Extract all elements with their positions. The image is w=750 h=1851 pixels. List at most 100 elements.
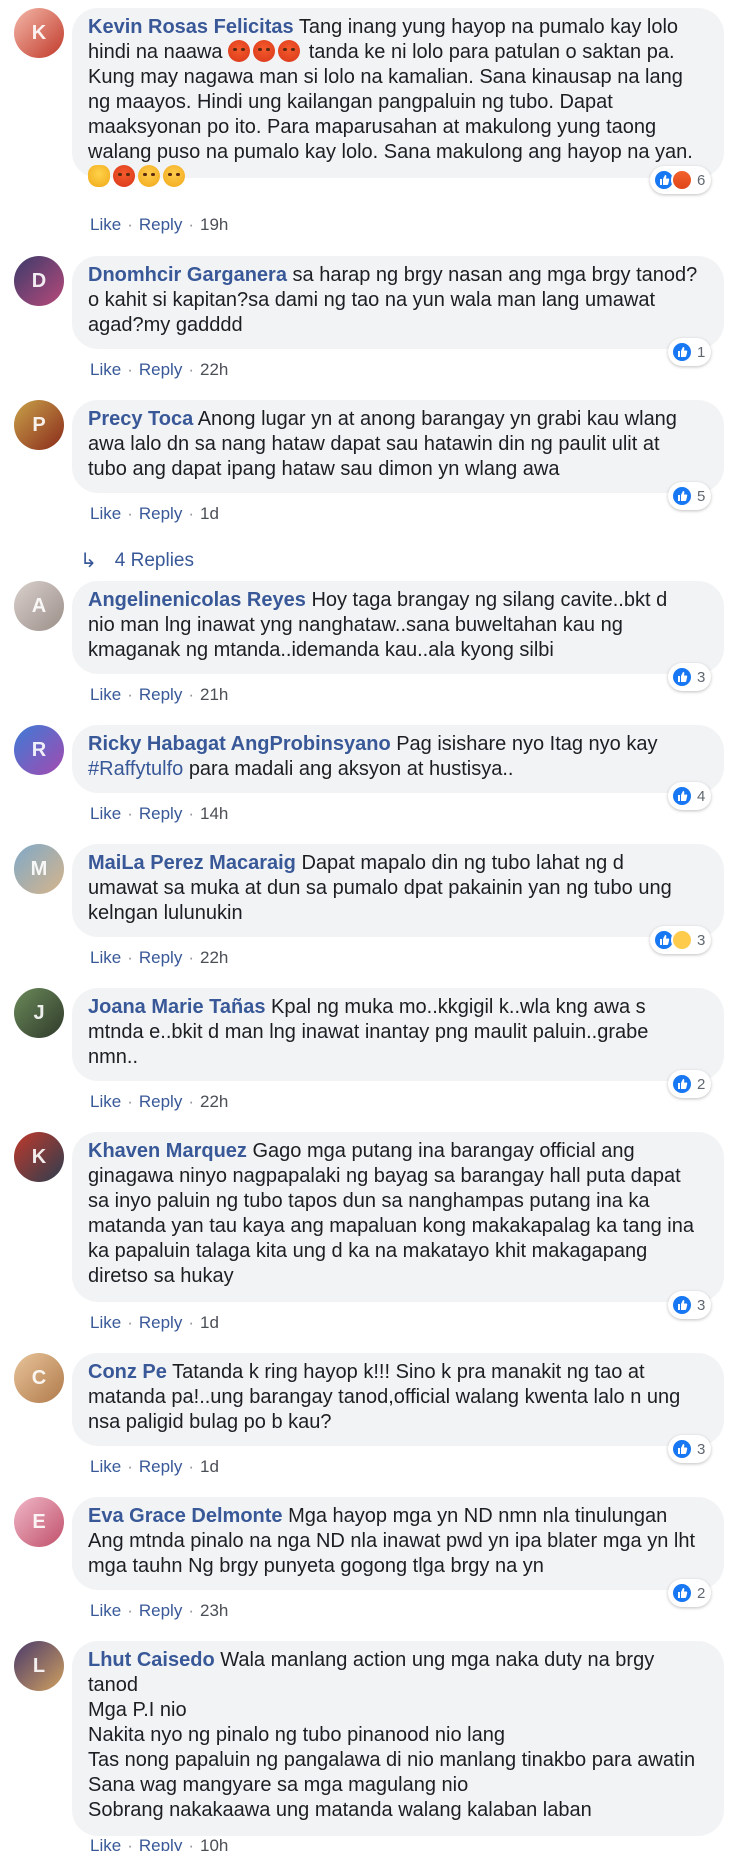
comment-text: diretso sa hukay <box>88 1265 234 1287</box>
comment-text: mtnda e..bkit d man lng inawat inantay p… <box>88 1021 649 1043</box>
avatar[interactable]: R <box>14 725 64 775</box>
comment-author[interactable]: Lhut Caisedo <box>88 1649 215 1671</box>
comment-actions: Like · Reply · 1d <box>90 1313 219 1332</box>
comment-author[interactable]: Conz Pe <box>88 1361 167 1383</box>
reply-link[interactable]: Reply <box>139 215 182 234</box>
comment-bubble: Precy Toca Anong lugar yn at anong baran… <box>72 400 724 493</box>
comment-text: hindi na naawa <box>88 41 223 63</box>
timestamp[interactable]: 22h <box>200 948 228 967</box>
avatar[interactable]: L <box>14 1641 64 1691</box>
comment-author[interactable]: Angelinenicolas Reyes <box>88 589 306 611</box>
reaction-summary[interactable]: 3 <box>668 663 712 691</box>
timestamp[interactable]: 22h <box>200 360 228 379</box>
reply-link[interactable]: Reply <box>139 360 182 379</box>
comment-actions: Like · Reply · 1d <box>90 504 219 523</box>
comment-text: nio man lng inawat yng nanghataw..sana b… <box>88 614 623 636</box>
timestamp[interactable]: 23h <box>200 1601 228 1620</box>
reaction-summary[interactable]: 3 <box>668 1435 712 1463</box>
timestamp[interactable]: 19h <box>200 215 228 234</box>
reaction-count: 2 <box>697 1584 706 1602</box>
like-link[interactable]: Like <box>90 215 121 234</box>
like-link[interactable]: Like <box>90 1313 121 1332</box>
reply-link[interactable]: Reply <box>139 1836 182 1851</box>
reply-link[interactable]: Reply <box>139 685 182 704</box>
timestamp[interactable]: 1d <box>200 504 219 523</box>
avatar[interactable]: K <box>14 8 64 58</box>
reaction-summary[interactable]: 2 <box>668 1070 712 1098</box>
comment-author[interactable]: Eva Grace Delmonte <box>88 1505 283 1527</box>
reaction-summary[interactable]: 2 <box>668 1579 712 1607</box>
like-link[interactable]: Like <box>90 1457 121 1476</box>
hashtag-link[interactable]: #Raffytulfo <box>88 758 183 780</box>
reaction-summary[interactable]: 1 <box>668 338 712 366</box>
comment-author[interactable]: Khaven Marquez <box>88 1140 247 1162</box>
like-reaction-icon <box>671 485 693 507</box>
like-link[interactable]: Like <box>90 1092 121 1111</box>
comment-text: Wala manlang action ung mga naka duty na… <box>220 1649 655 1671</box>
comment-actions: Like · Reply · 1d <box>90 1457 219 1476</box>
like-link[interactable]: Like <box>90 948 121 967</box>
comment-actions: Like · Reply · 19h <box>90 215 229 234</box>
comment-text: ginagawa ninyo nagpapalaki ng bayag sa b… <box>88 1165 681 1187</box>
timestamp[interactable]: 1d <box>200 1457 219 1476</box>
reply-link[interactable]: Reply <box>139 948 182 967</box>
comment-author[interactable]: Ricky Habagat AngProbinsyano <box>88 733 391 755</box>
comment-author[interactable]: Kevin Rosas Felicitas <box>88 16 294 38</box>
timestamp[interactable]: 14h <box>200 804 228 823</box>
view-replies-link[interactable]: ↳ 4 Replies <box>80 548 194 573</box>
like-link[interactable]: Like <box>90 1836 121 1851</box>
avatar[interactable]: J <box>14 988 64 1038</box>
like-link[interactable]: Like <box>90 804 121 823</box>
like-reaction-icon <box>671 1438 693 1460</box>
comment-bubble: Eva Grace Delmonte Mga hayop mga yn ND n… <box>72 1497 724 1590</box>
reply-link[interactable]: Reply <box>139 804 182 823</box>
avatar[interactable]: A <box>14 581 64 631</box>
timestamp[interactable]: 22h <box>200 1092 228 1111</box>
pouting-face-emoji-icon <box>253 40 276 62</box>
avatar[interactable]: P <box>14 400 64 450</box>
comment-text: para madali ang aksyon at hustisya.. <box>188 758 514 780</box>
replies-count: 4 Replies <box>114 549 194 571</box>
comment-author[interactable]: Dnomhcir Garganera <box>88 264 287 286</box>
comment-text: awa lalo dn sa nang hataw dapat sau hata… <box>88 433 660 455</box>
comment-bubble: Joana Marie Tañas Kpal ng muka mo..kkgig… <box>72 988 724 1081</box>
comment-text: matanda yan tau kaya ang mapaluan kong m… <box>88 1215 694 1237</box>
timestamp[interactable]: 21h <box>200 685 228 704</box>
like-link[interactable]: Like <box>90 504 121 523</box>
reaction-summary[interactable]: 3 <box>650 926 712 954</box>
pouting-face-emoji-icon <box>228 40 251 62</box>
reaction-summary[interactable]: 4 <box>668 782 712 810</box>
reaction-summary[interactable]: 3 <box>668 1291 712 1319</box>
timestamp[interactable]: 1d <box>200 1313 219 1332</box>
comment-text: sa harap ng brgy nasan ang mga brgy tano… <box>292 264 698 286</box>
like-link[interactable]: Like <box>90 1601 121 1620</box>
avatar[interactable]: C <box>14 1353 64 1403</box>
comment-author[interactable]: Joana Marie Tañas <box>88 996 265 1018</box>
reply-link[interactable]: Reply <box>139 1092 182 1111</box>
avatar[interactable]: D <box>14 256 64 306</box>
avatar[interactable]: M <box>14 844 64 894</box>
comment-bubble: Dnomhcir Garganera sa harap ng brgy nasa… <box>72 256 724 349</box>
comment-author[interactable]: MaiLa Perez Macaraig <box>88 852 296 874</box>
reply-link[interactable]: Reply <box>139 1601 182 1620</box>
reaction-summary[interactable]: 5 <box>668 482 712 510</box>
comment-text: ng maayos. Hindi ung kailangan pangpalui… <box>88 91 613 113</box>
comment-text: walang puso na pumalo kay lolo. Sana mak… <box>88 141 693 163</box>
avatar[interactable]: E <box>14 1497 64 1547</box>
comment-text: Anong lugar yn at anong barangay yn grab… <box>197 408 677 430</box>
comment-actions: Like · Reply · 10h <box>90 1836 228 1851</box>
like-reaction-icon <box>671 666 693 688</box>
comment-text: nmn.. <box>88 1046 139 1068</box>
reply-link[interactable]: Reply <box>139 504 182 523</box>
reply-link[interactable]: Reply <box>139 1313 182 1332</box>
comment-actions: Like · Reply · 21h <box>90 685 229 704</box>
avatar[interactable]: K <box>14 1132 64 1182</box>
like-link[interactable]: Like <box>90 360 121 379</box>
reaction-count: 3 <box>697 931 706 949</box>
reaction-summary[interactable]: 6 <box>650 166 712 194</box>
reply-link[interactable]: Reply <box>139 1457 182 1476</box>
comment-author[interactable]: Precy Toca <box>88 408 193 430</box>
like-link[interactable]: Like <box>90 685 121 704</box>
like-reaction-icon <box>671 1073 693 1095</box>
timestamp[interactable]: 10h <box>200 1836 228 1851</box>
